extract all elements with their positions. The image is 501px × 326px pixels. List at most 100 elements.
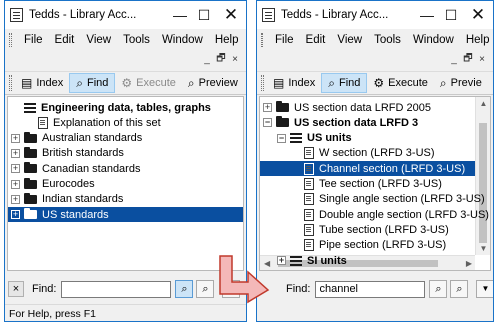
close-button[interactable]: ✕ — [463, 5, 493, 25]
maximize-button[interactable]: ☐ — [192, 7, 216, 24]
tree-item-label: Engineering data, tables, graphs — [41, 101, 211, 114]
expand-icon[interactable]: + — [11, 179, 20, 189]
expand-icon[interactable]: + — [11, 133, 20, 143]
tree-item-label: Canadian standards — [42, 162, 141, 175]
tree-item-label: W section (LRFD 3-US) — [319, 147, 435, 160]
folder-icon — [24, 208, 37, 220]
magnifier-arrow-icon: ⌕ — [456, 283, 463, 295]
tree-item-label: Tee section (LRFD 3-US) — [319, 178, 442, 190]
mdi-restore-button[interactable]: 🗗 — [461, 51, 475, 68]
tree-item[interactable]: + Australian standards — [8, 131, 243, 146]
tree-item[interactable]: Single angle section (LRFD 3-US) — [260, 192, 490, 207]
expand-icon[interactable]: + — [263, 103, 272, 112]
tree-item[interactable]: Engineering data, tables, graphs — [8, 100, 243, 115]
index-button[interactable]: ▤ Index — [267, 73, 321, 93]
mdi-close-button[interactable]: × — [228, 54, 242, 65]
tree-item[interactable]: Explanation of this set — [8, 115, 243, 130]
tree-item[interactable]: W section (LRFD 3-US) — [260, 146, 490, 161]
tree-item[interactable]: + SI units — [260, 253, 490, 268]
collapse-icon[interactable]: − — [263, 118, 272, 128]
menu-window[interactable]: Window — [156, 34, 209, 46]
chevron-down-icon: ▼ — [481, 284, 490, 293]
find-dropdown-button[interactable]: ▼ — [476, 280, 493, 298]
find-options-button[interactable]: ⌕ — [450, 280, 469, 298]
tree-item[interactable]: − US section data LRFD 3 — [260, 115, 490, 130]
tree-item[interactable]: + Indian standards — [8, 192, 243, 207]
tree-item[interactable]: Channel section (LRFD 3-US) — [260, 161, 475, 177]
maximize-button[interactable]: ☐ — [439, 7, 463, 24]
mdi-minimize-button[interactable]: _ — [200, 54, 214, 65]
magnifier-arrow-icon: ⌕ — [202, 283, 209, 295]
mdi-minimize-button[interactable]: _ — [447, 54, 461, 65]
library-tree[interactable]: ▲ ▼ ◀ ▶ + US section data LRFD 2005− US se… — [259, 96, 491, 271]
gear-icon: ⚙ — [121, 76, 133, 90]
tree-item-label: Pipe section (LRFD 3-US) — [319, 239, 447, 252]
menu-file[interactable]: File — [18, 34, 49, 46]
expand-icon[interactable]: + — [11, 164, 20, 174]
find-input[interactable] — [61, 280, 172, 298]
find-next-button[interactable]: ⌕ — [429, 280, 448, 298]
tree-item[interactable]: + US standards — [8, 207, 243, 223]
preview-button[interactable]: ⌕ Preview — [182, 73, 244, 93]
menu-view[interactable]: View — [80, 34, 117, 46]
tree-item[interactable]: Double angle section (LRFD 3-US) — [260, 207, 490, 222]
tree-item[interactable]: Pipe section (LRFD 3-US) — [260, 238, 490, 253]
minimize-button[interactable]: — — [168, 7, 192, 23]
app-icon — [262, 8, 275, 22]
status-bar: For Help, press F1 — [5, 304, 246, 321]
mdi-controls: _ 🗗 × — [257, 51, 493, 67]
menu-tools[interactable]: Tools — [117, 34, 156, 46]
preview-icon: ⌕ — [439, 75, 447, 90]
menu-grip-icon — [261, 33, 263, 47]
find-button[interactable]: ⌕ Find — [321, 73, 368, 93]
preview-label: Preview — [198, 77, 238, 89]
folder-icon — [24, 146, 37, 158]
mdi-close-button[interactable]: × — [475, 54, 489, 65]
tree-item[interactable]: Tube section (LRFD 3-US) — [260, 222, 490, 237]
expand-icon[interactable]: + — [11, 210, 20, 220]
document-icon — [304, 178, 314, 190]
collapse-icon[interactable]: − — [277, 133, 286, 143]
tree-item-label: Tube section (LRFD 3-US) — [319, 223, 449, 236]
menu-help[interactable]: Help — [460, 34, 493, 46]
title-bar[interactable]: Tedds - Library Acc... — ☐ ✕ — [257, 1, 493, 29]
tedds-window-left: Tedds - Library Acc... — ☐ ✕ File Edit V… — [4, 0, 247, 322]
tree-item[interactable]: + British standards — [8, 146, 243, 161]
index-label: Index — [288, 77, 316, 89]
find-next-button[interactable]: ⌕ — [175, 280, 194, 298]
library-tree[interactable]: Engineering data, tables, graphs Explanat… — [7, 96, 244, 271]
execute-button[interactable]: ⚙ Execute — [367, 73, 434, 93]
tree-item-label: Channel section (LRFD 3-US) — [319, 162, 466, 175]
menu-edit[interactable]: Edit — [49, 34, 81, 46]
tree-item-label: Indian standards — [42, 193, 124, 206]
close-button[interactable]: ✕ — [216, 5, 246, 25]
menu-window[interactable]: Window — [407, 34, 460, 46]
minimize-button[interactable]: — — [415, 7, 439, 23]
menu-tools[interactable]: Tools — [368, 34, 407, 46]
find-label: Find: — [286, 283, 311, 295]
preview-button[interactable]: ⌕ Previe — [434, 73, 488, 93]
menu-edit[interactable]: Edit — [300, 34, 332, 46]
tree-item[interactable]: + US section data LRFD 2005 — [260, 100, 490, 115]
mdi-restore-button[interactable]: 🗗 — [214, 51, 228, 68]
menu-view[interactable]: View — [331, 34, 368, 46]
execute-button[interactable]: ⚙ Execute — [115, 73, 182, 93]
toolbar: ▤ Index ⌕ Find ⚙ Execute ⌕ Preview — [5, 71, 246, 95]
expand-icon[interactable]: + — [11, 148, 20, 158]
find-input[interactable] — [315, 280, 426, 298]
tree-item-label: Double angle section (LRFD 3-US) — [319, 208, 489, 221]
find-close-button[interactable]: × — [8, 281, 24, 297]
document-icon — [304, 162, 314, 175]
title-bar[interactable]: Tedds - Library Acc... — ☐ ✕ — [5, 1, 246, 29]
expand-icon[interactable]: + — [277, 256, 286, 265]
tree-item[interactable]: + Canadian standards — [8, 161, 243, 176]
expand-icon[interactable]: + — [11, 194, 20, 204]
tree-item[interactable]: Tee section (LRFD 3-US) — [260, 177, 490, 192]
index-button[interactable]: ▤ Index — [15, 73, 69, 93]
tree-item[interactable]: + Eurocodes — [8, 177, 243, 192]
magnifier-icon: ⌕ — [435, 283, 442, 295]
menu-file[interactable]: File — [269, 34, 300, 46]
tree-item[interactable]: − US units — [260, 131, 490, 146]
menu-help[interactable]: Help — [209, 34, 245, 46]
find-button[interactable]: ⌕ Find — [69, 73, 116, 93]
